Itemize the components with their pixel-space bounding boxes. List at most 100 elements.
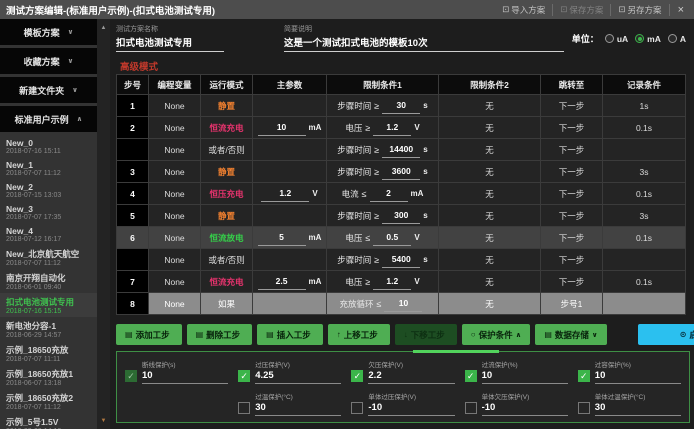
cell-limit-condition-2[interactable]: 无 [439,227,541,249]
cell-record-condition[interactable]: 0.1s [603,183,685,205]
parameter-value-input[interactable]: 2.5 [258,274,306,290]
cell-run-mode[interactable]: 恒流充电 [201,117,253,139]
plan-name-field[interactable]: 测试方案名称 扣式电池测试专用 [116,24,224,52]
list-item[interactable]: 新电池分容-1 2018-06-29 14:57 [0,317,97,341]
list-item[interactable]: 示例_18650充放2 2018-07-07 11:12 [0,389,97,413]
list-item[interactable]: New_北京航天航空 2018-07-07 11:12 [0,245,97,269]
protection-value-input[interactable]: -10 [482,401,568,416]
cell-program-variable[interactable]: None [149,205,201,227]
protection-value-input[interactable]: 2.2 [368,369,454,384]
parameter-value-input[interactable]: 1.2 [261,186,309,202]
cell-run-mode[interactable]: 静置 [201,161,253,183]
cell-program-variable[interactable]: None [149,271,201,293]
cell-run-mode[interactable]: 如果 [201,293,253,315]
toolbar-button[interactable]: ↓ 下移工步 [395,324,457,345]
cell-limit-condition-2[interactable]: 无 [439,117,541,139]
cell-run-mode[interactable]: 或者/否则 [201,139,253,161]
table-row[interactable]: 1 None 静置 步骤时间 ≥ 30 s [117,95,685,117]
checkbox-icon[interactable] [238,370,250,382]
protection-input-group[interactable]: 过容保护(%) 10 [595,359,681,384]
parameter-value-input[interactable]: 10 [258,120,306,136]
toolbar-button[interactable]: ↑ 上移工步 [328,324,390,345]
cell-limit-condition-1[interactable]: 步骤时间 ≥ 30 s [327,95,439,117]
cell-main-parameter[interactable] [253,205,327,227]
sidebar-section-header[interactable]: 收藏方案 ∨ [0,48,97,74]
cell-jump-to[interactable]: 下一步 [541,227,603,249]
list-item[interactable]: New_1 2018-07-07 11:12 [0,157,97,179]
cell-record-condition[interactable]: 3s [603,205,685,227]
cell-record-condition[interactable] [603,249,685,271]
table-row[interactable]: None 或者/否则 步骤时间 ≥ 14400 s [117,139,685,161]
condition-value-input[interactable]: 30 [382,98,420,114]
cell-record-condition[interactable]: 1s [603,95,685,117]
toolbar-button[interactable]: ▤ 数据存储 ∨ [535,324,606,345]
cell-program-variable[interactable]: None [149,161,201,183]
protection-value-input[interactable]: 10 [482,369,568,384]
cell-record-condition[interactable] [603,139,685,161]
unit-radio-option[interactable]: mA [635,34,661,44]
plan-action-button[interactable]: ⊡ 保存方案 [553,4,611,16]
cell-run-mode[interactable]: 恒流充电 [201,271,253,293]
cell-limit-condition-1[interactable]: 电压 ≥ 1.2 V [327,117,439,139]
cell-run-mode[interactable]: 静置 [201,95,253,117]
condition-value-input[interactable]: 300 [382,208,420,224]
cell-limit-condition-1[interactable]: 步骤时间 ≥ 300 s [327,205,439,227]
condition-value-input[interactable]: 0.5 [373,230,411,246]
cell-limit-condition-1[interactable]: 电压 ≥ 1.2 V [327,271,439,293]
protection-input-group[interactable]: 单体过压保护(V) -10 [368,391,454,416]
list-item[interactable]: New_0 2018-07-16 15:11 [0,135,97,157]
table-row[interactable]: 5 None 静置 步骤时间 ≥ 300 s [117,205,685,227]
cell-limit-condition-2[interactable]: 无 [439,161,541,183]
checkbox-icon[interactable] [578,370,590,382]
cell-main-parameter[interactable] [253,293,327,315]
checkbox-icon[interactable] [238,402,250,414]
cell-main-parameter[interactable]: 2.5 mA [253,271,327,293]
plan-action-button[interactable]: ⊡ 导入方案 [495,4,553,16]
protection-value-input[interactable]: 30 [255,401,341,416]
cell-limit-condition-1[interactable]: 步骤时间 ≥ 14400 s [327,139,439,161]
cell-jump-to[interactable]: 下一步 [541,183,603,205]
cell-program-variable[interactable]: None [149,293,201,315]
cell-limit-condition-2[interactable]: 无 [439,139,541,161]
radio-icon[interactable] [668,34,677,43]
toolbar-button[interactable]: ○ 保护条件 ∧ [462,324,531,345]
cell-limit-condition-2[interactable]: 无 [439,293,541,315]
cell-record-condition[interactable]: 0.1s [603,227,685,249]
sidebar-section-header[interactable]: 新建文件夹 ∨ [0,77,97,103]
cell-limit-condition-2[interactable]: 无 [439,205,541,227]
checkbox-icon[interactable] [578,402,590,414]
protection-value-input[interactable]: -10 [368,401,454,416]
protection-value-input[interactable]: 10 [595,369,681,384]
cell-jump-to[interactable]: 下一步 [541,249,603,271]
plan-action-button[interactable]: ⊡ 另存方案 [611,4,669,16]
cell-record-condition[interactable]: 3s [603,161,685,183]
plan-desc-input[interactable]: 这是一个测试扣式电池的模板10次 [284,35,564,52]
list-item[interactable]: 示例_5号1.5V 2018-03-09 14:10 [0,413,97,429]
cell-record-condition[interactable]: 0.1s [603,117,685,139]
unit-radio-option[interactable]: uA [605,34,628,44]
cell-limit-condition-2[interactable]: 无 [439,95,541,117]
list-item[interactable]: 示例_18650充放 2018-07-07 11:11 [0,341,97,365]
list-item[interactable]: 南京开翔自动化 2018-06-01 09:40 [0,269,97,293]
plan-name-input[interactable]: 扣式电池测试专用 [116,35,224,52]
table-row[interactable]: 3 None 静置 步骤时间 ≥ 3600 s [117,161,685,183]
cell-main-parameter[interactable] [253,95,327,117]
toolbar-button[interactable]: ▤ 添加工步 [116,324,182,345]
condition-value-input[interactable]: 3600 [382,164,420,180]
cell-run-mode[interactable]: 静置 [201,205,253,227]
condition-value-input[interactable]: 2 [370,186,408,202]
cell-record-condition[interactable] [603,293,685,315]
cell-run-mode[interactable]: 恒压充电 [201,183,253,205]
cell-jump-to[interactable]: 下一步 [541,205,603,227]
toolbar-button[interactable]: ▤ 删除工步 [187,324,253,345]
scroll-down-icon[interactable]: ▼ [97,418,110,424]
cell-program-variable[interactable]: None [149,139,201,161]
cell-limit-condition-1[interactable]: 步骤时间 ≥ 3600 s [327,161,439,183]
list-item[interactable]: 扣式电池测试专用 2018-07-16 15:15 [0,293,97,317]
cell-limit-condition-1[interactable]: 充放循环 ≤ 10 [327,293,439,315]
protection-input-group[interactable]: 断线保护(s) 10 [142,359,228,384]
protection-input-group[interactable]: 单体过温保护(°C) 30 [595,391,681,416]
cell-limit-condition-1[interactable]: 电流 ≤ 2 mA [327,183,439,205]
list-item[interactable]: New_2 2018-07-15 13:03 [0,179,97,201]
cell-jump-to[interactable]: 下一步 [541,117,603,139]
